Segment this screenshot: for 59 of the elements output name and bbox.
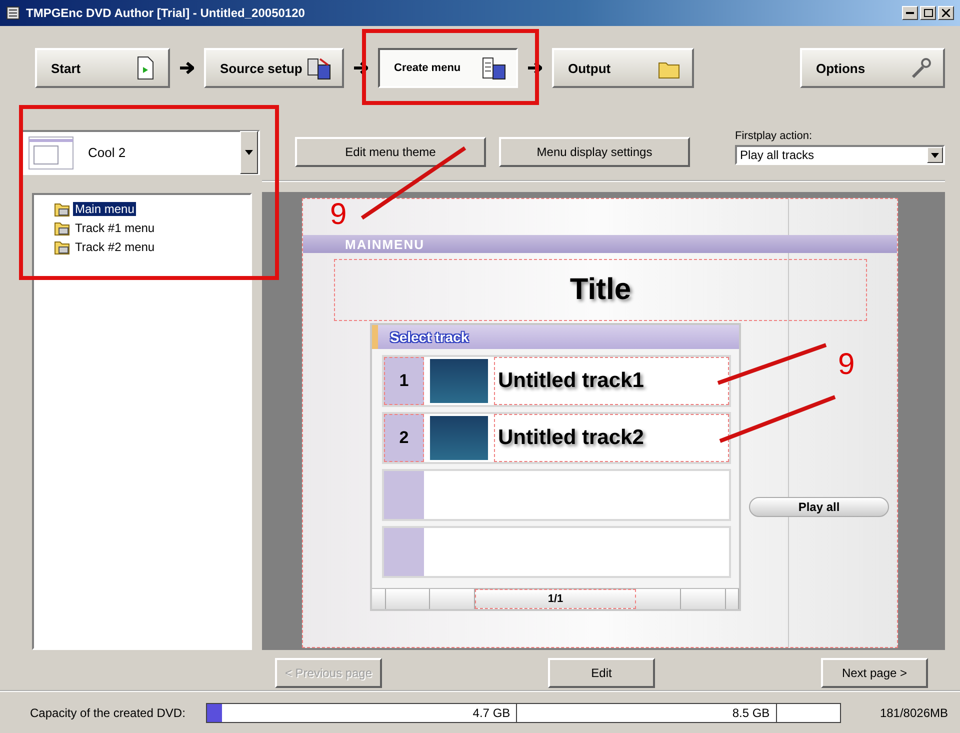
track-number: 2 xyxy=(384,414,424,462)
minimize-icon xyxy=(906,12,914,14)
number-slot xyxy=(384,528,424,576)
theme-dropdown[interactable]: Cool 2 xyxy=(20,130,260,175)
options-button[interactable]: Options xyxy=(800,48,945,88)
track-number: 1 xyxy=(384,357,424,405)
page-nav-cell[interactable] xyxy=(372,589,386,609)
window-title: TMPGEnc DVD Author [Trial] - Untitled_20050120 xyxy=(26,6,306,20)
firstplay-dropdown[interactable]: Play all tracks xyxy=(735,145,945,165)
maximize-icon xyxy=(924,9,932,17)
page-nav-cell[interactable] xyxy=(430,589,475,609)
capacity-label: Capacity of the created DVD: xyxy=(30,706,186,720)
arrow-icon xyxy=(180,62,194,74)
maximize-button[interactable] xyxy=(920,6,936,20)
app-icon xyxy=(6,6,20,20)
capacity-mark: 8.5 GB xyxy=(517,704,777,722)
nav-button[interactable]: Next page > xyxy=(821,658,928,688)
document-box-icon xyxy=(480,55,506,81)
photo-placeholder xyxy=(430,359,488,403)
play-all-button[interactable]: Play all xyxy=(749,497,889,517)
folder-icon xyxy=(54,220,70,236)
photo-placeholder xyxy=(430,416,488,460)
page-nav-cell[interactable] xyxy=(681,589,726,609)
tree-item[interactable]: Main menu xyxy=(73,202,136,216)
number-slot xyxy=(384,471,424,519)
step-button[interactable]: Source setup xyxy=(204,48,344,88)
capacity-usage: 181/8026MB xyxy=(880,706,948,720)
page-nav-cell[interactable] xyxy=(726,589,739,609)
close-button[interactable] xyxy=(938,6,954,20)
nav-button[interactable]: Edit xyxy=(548,658,655,688)
annotation-number: 9 xyxy=(838,348,855,381)
step-button[interactable]: Output xyxy=(552,48,694,88)
toolbar-button[interactable]: Menu display settings xyxy=(499,137,690,167)
minimize-button[interactable] xyxy=(902,6,918,20)
arrow-icon xyxy=(354,62,368,74)
theme-thumbnail-icon xyxy=(28,136,74,170)
menu-header: MAINMENU xyxy=(303,235,897,253)
tree-item[interactable]: Track #1 menu xyxy=(73,220,157,234)
close-icon xyxy=(942,9,950,17)
panel-title: Select track xyxy=(390,329,469,345)
track-title: Untitled track1 xyxy=(494,357,729,405)
folder-icon xyxy=(54,238,70,254)
caret-icon xyxy=(245,150,253,155)
menu-title: Title xyxy=(334,259,867,321)
track-row[interactable]: 1 Untitled track1 xyxy=(382,355,731,407)
tree-item[interactable]: Track #2 menu xyxy=(73,240,157,254)
toolbar-button[interactable]: Edit menu theme xyxy=(295,137,486,167)
folder-icon xyxy=(54,200,70,216)
page-indicator: 1/1 xyxy=(475,589,636,609)
track-row[interactable]: 2 Untitled track2 xyxy=(382,412,731,464)
page-nav-cell[interactable] xyxy=(636,589,681,609)
caret-icon xyxy=(931,152,939,158)
step-button[interactable]: Create menu xyxy=(378,48,518,88)
annotation-number: 9 xyxy=(330,198,347,231)
field-label: Firstplay action: xyxy=(735,130,814,142)
step-button[interactable]: Start xyxy=(35,48,170,88)
page-nav-cell[interactable] xyxy=(386,589,430,609)
track-title: Untitled track2 xyxy=(494,414,729,462)
arrow-icon xyxy=(528,62,542,74)
